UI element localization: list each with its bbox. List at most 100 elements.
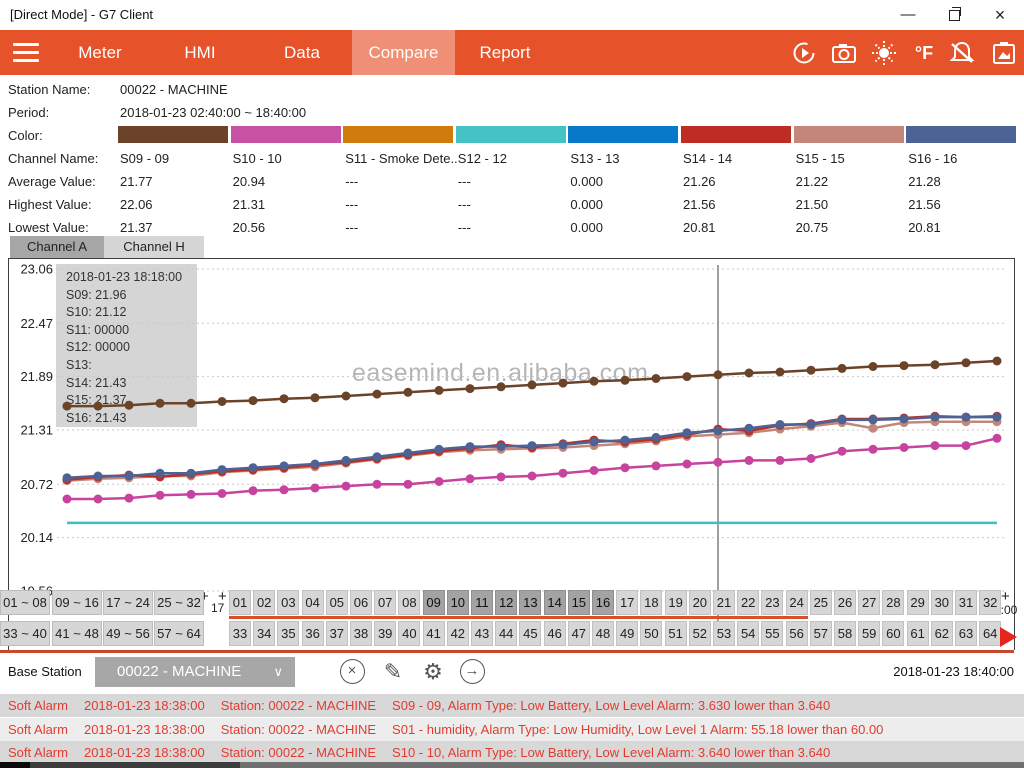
channel-button-09[interactable]: 09 [423,590,445,615]
channel-button-07[interactable]: 07 [374,590,396,615]
channel-group-button[interactable]: 41 ~ 48 [52,621,102,646]
channel-group-button[interactable]: 33 ~ 40 [0,621,50,646]
channel-button-19[interactable]: 19 [665,590,687,615]
channel-button-23[interactable]: 23 [761,590,783,615]
brightness-icon[interactable] [870,39,898,67]
hamburger-menu-icon[interactable] [13,43,39,62]
channel-button-05[interactable]: 05 [326,590,348,615]
scroll-right-arrow[interactable] [1000,627,1017,647]
channel-button-38[interactable]: 38 [350,621,372,646]
alarm-row[interactable]: Soft Alarm2018-01-23 18:38:00Station: 00… [0,741,1024,764]
close-button[interactable]: × [978,0,1022,30]
settings-icon[interactable]: ⚙ [420,659,446,685]
channel-group-button[interactable]: 17 ~ 24 [103,590,153,615]
image-export-icon[interactable] [990,39,1018,67]
channel-button-59[interactable]: 59 [858,621,880,646]
go-icon[interactable]: → [459,659,485,685]
channel-button-64[interactable]: 64 [979,621,1001,646]
channel-button-40[interactable]: 40 [398,621,420,646]
channel-button-44[interactable]: 44 [495,621,517,646]
channel-button-43[interactable]: 43 [471,621,493,646]
channel-group-button[interactable]: 57 ~ 64 [154,621,204,646]
channel-button-16[interactable]: 16 [592,590,614,615]
channel-button-22[interactable]: 22 [737,590,759,615]
channel-button-03[interactable]: 03 [277,590,299,615]
channel-button-41[interactable]: 41 [423,621,445,646]
nav-item-compare[interactable]: Compare [352,30,455,75]
channel-button-25[interactable]: 25 [810,590,832,615]
channel-group-button[interactable]: 09 ~ 16 [52,590,102,615]
cancel-icon[interactable]: × [339,659,365,685]
channel-button-02[interactable]: 02 [253,590,275,615]
channel-button-18[interactable]: 18 [640,590,662,615]
channel-button-50[interactable]: 50 [640,621,662,646]
channel-group-button[interactable]: 25 ~ 32 [154,590,204,615]
channel-button-56[interactable]: 56 [786,621,808,646]
channel-button-34[interactable]: 34 [253,621,275,646]
channel-button-57[interactable]: 57 [810,621,832,646]
channel-button-47[interactable]: 47 [568,621,590,646]
channel-button-31[interactable]: 31 [955,590,977,615]
channel-button-54[interactable]: 54 [737,621,759,646]
channel-button-49[interactable]: 49 [616,621,638,646]
channel-button-37[interactable]: 37 [326,621,348,646]
channel-button-63[interactable]: 63 [955,621,977,646]
channel-button-17[interactable]: 17 [616,590,638,615]
channel-button-01[interactable]: 01 [229,590,251,615]
nav-item-meter[interactable]: Meter [52,30,148,75]
channel-button-51[interactable]: 51 [665,621,687,646]
channel-button-60[interactable]: 60 [882,621,904,646]
channel-group-button[interactable]: 01 ~ 08 [0,590,50,615]
fahrenheit-icon[interactable]: °F [906,39,942,67]
channel-button-27[interactable]: 27 [858,590,880,615]
edit-icon[interactable]: ✎ [380,659,406,685]
channel-button-20[interactable]: 20 [689,590,711,615]
channel-button-29[interactable]: 29 [907,590,929,615]
channel-button-15[interactable]: 15 [568,590,590,615]
channel-button-12[interactable]: 12 [495,590,517,615]
channel-button-58[interactable]: 58 [834,621,856,646]
alarm-mute-icon[interactable] [948,39,976,67]
channel-button-13[interactable]: 13 [519,590,541,615]
channel-group-button[interactable]: 49 ~ 56 [103,621,153,646]
channel-color-swatch [568,126,678,143]
average-value: --- [458,170,570,193]
tab-channel-a[interactable]: Channel A [10,236,104,258]
channel-button-08[interactable]: 08 [398,590,420,615]
channel-button-42[interactable]: 42 [447,621,469,646]
sync-history-icon[interactable] [790,39,818,67]
channel-button-26[interactable]: 26 [834,590,856,615]
channel-button-30[interactable]: 30 [931,590,953,615]
channel-button-55[interactable]: 55 [761,621,783,646]
channel-button-33[interactable]: 33 [229,621,251,646]
channel-button-28[interactable]: 28 [882,590,904,615]
channel-button-35[interactable]: 35 [277,621,299,646]
channel-button-06[interactable]: 06 [350,590,372,615]
camera-icon[interactable] [830,39,858,67]
channel-button-39[interactable]: 39 [374,621,396,646]
channel-button-45[interactable]: 45 [519,621,541,646]
channel-button-32[interactable]: 32 [979,590,1001,615]
channel-button-48[interactable]: 48 [592,621,614,646]
channel-button-61[interactable]: 61 [907,621,929,646]
channel-button-04[interactable]: 04 [302,590,324,615]
nav-item-report[interactable]: Report [455,30,555,75]
nav-item-hmi[interactable]: HMI [148,30,252,75]
channel-button-10[interactable]: 10 [447,590,469,615]
tab-channel-h[interactable]: Channel H [104,236,204,258]
channel-button-24[interactable]: 24 [786,590,808,615]
channel-button-53[interactable]: 53 [713,621,735,646]
alarm-row[interactable]: Soft Alarm2018-01-23 18:38:00Station: 00… [0,718,1024,741]
channel-button-62[interactable]: 62 [931,621,953,646]
base-station-dropdown[interactable]: 00022 - MACHINE ∨ [95,657,295,687]
minimize-button[interactable]: — [886,0,930,30]
channel-button-14[interactable]: 14 [544,590,566,615]
channel-button-36[interactable]: 36 [302,621,324,646]
channel-button-46[interactable]: 46 [544,621,566,646]
channel-button-52[interactable]: 52 [689,621,711,646]
channel-button-11[interactable]: 11 [471,590,493,615]
channel-button-21[interactable]: 21 [713,590,735,615]
restore-button[interactable] [932,0,976,30]
alarm-row[interactable]: Soft Alarm2018-01-23 18:38:00Station: 00… [0,694,1024,717]
nav-item-data[interactable]: Data [252,30,352,75]
